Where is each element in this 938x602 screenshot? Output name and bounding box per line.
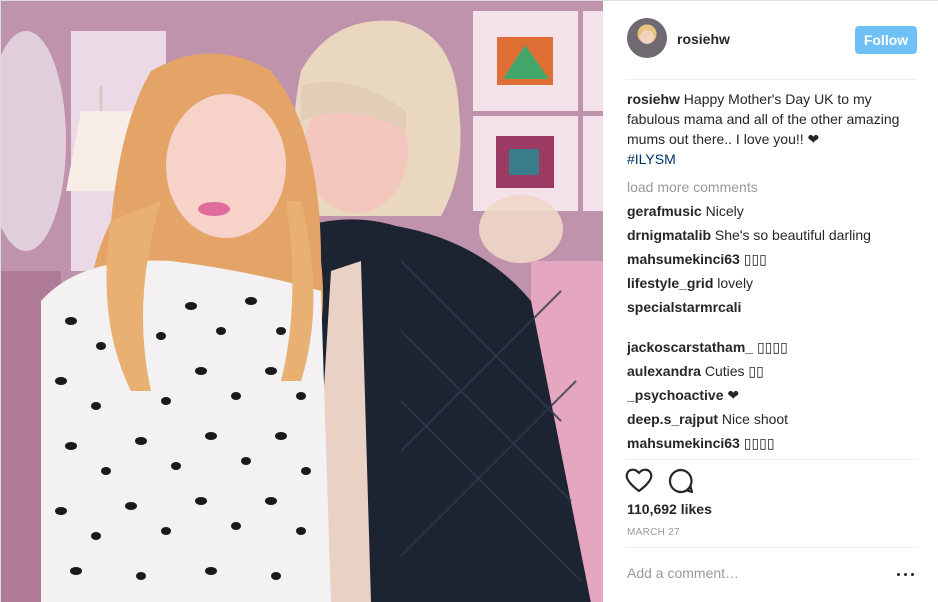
comment-text: Cuties ▯▯ — [704, 363, 764, 379]
comment-username[interactable]: _psychoactive — [627, 387, 724, 403]
header-username[interactable]: rosiehw — [677, 31, 730, 47]
comment-text: ▯▯▯▯ — [743, 435, 775, 451]
actions-divider — [625, 459, 917, 460]
comment-item: drnigmatalib She's so beautiful darling — [627, 225, 917, 249]
comment-username[interactable]: drnigmatalib — [627, 227, 711, 243]
hashtag-link[interactable]: #ILYSM — [627, 149, 917, 169]
load-more-comments-link[interactable]: load more comments — [627, 177, 917, 197]
comments-list[interactable]: rosiehw Happy Mother's Day UK to my fabu… — [627, 89, 917, 459]
comment-item: lifestyle_grid lovely — [627, 273, 917, 297]
instagram-post-window: rosiehw Follow rosiehw Happy Mother's Da… — [0, 0, 938, 602]
comment-text: lovely — [717, 275, 754, 291]
post-actions — [625, 467, 917, 497]
comment-username[interactable]: aulexandra — [627, 363, 701, 379]
heart-outline-icon[interactable] — [625, 467, 655, 497]
footer-divider — [625, 547, 917, 548]
comment-item: mahsumekinci63 ▯▯▯ — [627, 249, 917, 273]
comment-username[interactable]: jackoscarstatham_ — [627, 339, 753, 355]
comment-item: specialstarmrcali — [627, 297, 917, 321]
comment-username[interactable]: mahsumekinci63 — [627, 251, 740, 267]
header-divider — [625, 79, 917, 80]
comment-text: Nicely — [705, 203, 744, 219]
comment-item: mahsumekinci63 ▯▯▯▯ — [627, 433, 917, 457]
comment-item: aulexandra Cuties ▯▯ — [627, 361, 917, 385]
avatar[interactable] — [627, 18, 667, 58]
caption-username[interactable]: rosiehw — [627, 91, 680, 107]
comment-text: Nice shoot — [721, 411, 789, 427]
comment-item: jackoscarstatham_ ▯▯▯▯ — [627, 337, 917, 361]
add-comment-input[interactable]: Add a comment… — [627, 565, 739, 581]
post-date[interactable]: MARCH 27 — [627, 527, 680, 538]
post-header: rosiehw Follow — [625, 17, 917, 61]
likes-count[interactable]: 110,692 likes — [627, 501, 712, 517]
post-photo[interactable] — [1, 1, 603, 602]
comment-username[interactable]: gerafmusic — [627, 203, 702, 219]
comment-text: ▯▯▯▯ — [756, 339, 788, 355]
comment-text: ❤ — [727, 387, 740, 403]
comment-username[interactable]: specialstarmrcali — [627, 299, 741, 315]
comment-username[interactable]: mahsumekinci63 — [627, 435, 740, 451]
comment-item: deep.s_rajput Nice shoot — [627, 409, 917, 433]
comment-text: ▯▯▯ — [743, 251, 767, 267]
follow-button[interactable]: Follow — [855, 26, 917, 54]
post-caption: rosiehw Happy Mother's Day UK to my fabu… — [627, 89, 917, 169]
comment-text: She's so beautiful darling — [714, 227, 871, 243]
photo-illustration — [1, 1, 603, 602]
comment-username[interactable]: lifestyle_grid — [627, 275, 713, 291]
more-options-icon[interactable] — [897, 565, 915, 581]
speech-bubble-icon[interactable] — [667, 467, 697, 497]
comment-username[interactable]: deep.s_rajput — [627, 411, 718, 427]
post-side-panel: rosiehw Follow rosiehw Happy Mother's Da… — [603, 1, 938, 602]
comment-item: gerafmusic Nicely — [627, 201, 917, 225]
comment-item: _psychoactive ❤ — [627, 385, 917, 409]
